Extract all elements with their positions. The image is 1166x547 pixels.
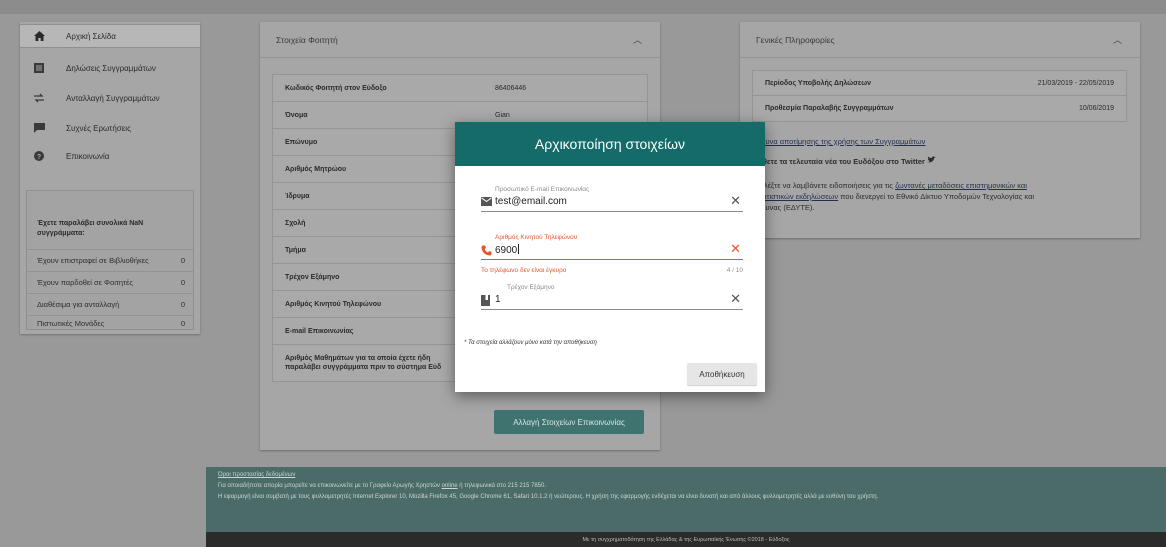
help-icon: ? — [32, 149, 46, 163]
list-icon — [32, 61, 46, 75]
home-icon — [32, 29, 46, 43]
phone-icon — [481, 245, 492, 256]
phone-error-message: Το τηλέφωνο δεν είναι έγκυρο — [481, 267, 567, 274]
chevron-up-icon[interactable]: ︿ — [633, 33, 642, 46]
sidebar-item-faq[interactable]: Συχνές Ερωτήσεις — [20, 116, 200, 140]
sidebar-item-label: Επικοινωνία — [66, 151, 110, 161]
sidebar-item-contact[interactable]: ? Επικοινωνία — [20, 144, 200, 168]
twitter-text: Μάθετε τα τελευταία νέα του Ευδόξου στο … — [752, 156, 1122, 167]
email-input[interactable]: test@email.com — [495, 196, 567, 207]
footer-bottom-bar: Με τη συγχρηματοδότηση της Ελλάδας & της… — [206, 532, 1166, 547]
student-card-header[interactable]: Στοιχεία Φοιτητή ︿ — [260, 22, 660, 58]
close-icon[interactable]: ✕ — [730, 242, 741, 255]
table-row: Προθεσμία Παραλαβής Συγγραμμάτων 10/06/20… — [753, 96, 1126, 121]
email-field-label: Προσωπικό E-mail Επικοινωνίας — [495, 186, 590, 193]
live-events-link[interactable]: ζωντανές μεταδόσεις επιστημονικών και — [895, 181, 1027, 190]
phone-field-label: Αριθμός Κινητού Τηλεφώνου — [495, 234, 578, 241]
swap-icon — [32, 91, 46, 105]
stat-label: Έχουν παρδοθεί σε Φοιτητές — [37, 278, 133, 287]
row-label: Κωδικός Φοιτητή στον Εύδοξο — [285, 84, 387, 92]
row-label-line: Αριθμός Μαθημάτων για τα οποία έχετε ήδη — [285, 355, 431, 362]
survey-link[interactable]: Έρευνα αποτίμησης της χρήσης των Συγγραμ… — [752, 137, 925, 146]
sidebar-item-label: Δηλώσεις Συγγραμμάτων — [66, 63, 156, 73]
row-value: Gian — [495, 111, 510, 119]
sidebar-item-home[interactable]: Αρχική Σελίδα — [20, 24, 200, 48]
mail-icon — [481, 197, 492, 208]
text-cursor — [518, 244, 520, 254]
stat-value: 0 — [180, 319, 185, 328]
sidebar-item-label: Ανταλλαγή Συγγραμμάτων — [66, 93, 160, 103]
general-card-header[interactable]: Γενικές Πληροφορίες ︿ — [740, 22, 1140, 58]
card-title: Γενικές Πληροφορίες — [756, 34, 835, 45]
footer-text-part: Για οποιαδήποτε απορία μπορείτε να επικο… — [218, 483, 442, 489]
notification-text: Επιλέξτε να λαμβάνετε ειδοποιήσεις για τ… — [752, 180, 1122, 213]
footer: Όροι προστασίας δεδομένων Για οποιαδήποτ… — [206, 467, 1166, 532]
email-field[interactable]: Προσωπικό E-mail Επικοινωνίας test@email… — [481, 186, 743, 212]
chat-icon — [32, 121, 46, 135]
semester-input[interactable]: 1 — [495, 294, 501, 305]
row-label: Προθεσμία Παραλαβής Συγγραμμάτων — [765, 105, 894, 112]
sidebar-item-label: Συχνές Ερωτήσεις — [66, 123, 131, 133]
close-icon[interactable]: ✕ — [730, 194, 741, 207]
semester-field-label: Τρέχον Εξάμηνο — [507, 284, 555, 291]
sidebar: Αρχική Σελίδα Δηλώσεις Συγγραμμάτων Αντα… — [20, 22, 200, 334]
card-title: Στοιχεία Φοιτητή — [276, 34, 338, 45]
stat-row: Πιστωτικές Μονάδες 0 — [27, 315, 193, 331]
survey-text: Έρευνα αποτίμησης της χρήσης των Συγγραμ… — [752, 136, 1122, 147]
semester-field[interactable]: Τρέχον Εξάμηνο 1 ✕ — [481, 284, 743, 310]
general-info-card: Γενικές Πληροφορίες ︿ Περίοδος Υποβολής … — [740, 22, 1140, 238]
stat-row: Διαθέσιμα για ανταλλαγή 0 — [27, 293, 193, 315]
phone-field[interactable]: Αριθμός Κινητού Τηλεφώνου 6900 ✕ — [481, 234, 743, 260]
row-value: 86406446 — [495, 84, 527, 92]
stat-label: Διαθέσιμα για ανταλλαγή — [37, 300, 120, 309]
notif-text-part: που διενεργεί το Εθνικό Δίκτυο Υποδομών … — [838, 192, 1035, 201]
book-icon — [481, 295, 492, 306]
phone-input[interactable]: 6900 — [495, 244, 520, 256]
row-value: 21/03/2019 - 22/05/2019 — [1037, 79, 1114, 87]
top-bar — [0, 0, 1166, 14]
twitter-label: Μάθετε τα τελευταία νέα του Ευδόξου στο … — [752, 157, 925, 166]
sidebar-item-declarations[interactable]: Δηλώσεις Συγγραμμάτων — [20, 56, 200, 80]
privacy-link[interactable]: Όροι προστασίας δεδομένων — [218, 472, 295, 478]
row-label: Περίοδος Υποβολής Δηλώσεων — [765, 79, 872, 87]
footer-text-part: ή τηλεφωνικά στο 215 215 7850. — [457, 483, 547, 489]
row-label: Όνομα — [285, 111, 308, 119]
phone-value: 6900 — [495, 245, 518, 256]
footer-support: Για οποιαδήποτε απορία μπορείτε να επικο… — [218, 483, 546, 489]
chevron-up-icon[interactable]: ︿ — [1113, 33, 1122, 46]
row-label-line: παραλάβει συγγράμματα πριν το σύστημα Εύ… — [285, 364, 442, 371]
general-info-table: Περίοδος Υποβολής Δηλώσεων 21/03/2019 - 2… — [752, 70, 1127, 122]
online-link[interactable]: online — [442, 483, 458, 489]
svg-text:?: ? — [37, 154, 41, 161]
close-icon[interactable]: ✕ — [730, 292, 741, 305]
twitter-icon[interactable] — [927, 156, 937, 166]
stat-label: Έχουν επιστραφεί σε Βιβλιοθήκες — [37, 256, 149, 265]
stat-value: 0 — [180, 278, 185, 287]
row-value: 10/06/2019 — [1078, 105, 1114, 112]
dialog-title: Αρχικοποίηση στοιχείων — [455, 122, 765, 166]
stat-label: Πιστωτικές Μονάδες — [37, 319, 105, 328]
sidebar-item-exchange[interactable]: Ανταλλαγή Συγγραμμάτων — [20, 86, 200, 110]
stats-title: Έχετε παραλάβει συνολικά NaN συγγράμματα… — [37, 220, 144, 237]
table-row: Περίοδος Υποβολής Δηλώσεων 21/03/2019 - 2… — [753, 71, 1126, 96]
stat-value: 0 — [180, 256, 185, 265]
textbook-stats: Έχετε παραλάβει συνολικά NaN συγγράμματα… — [26, 190, 194, 330]
phone-char-counter: 4 / 10 — [726, 267, 743, 274]
change-contact-button[interactable]: Αλλαγή Στοιχείων Επικοινωνίας — [494, 410, 644, 434]
init-data-dialog: Αρχικοποίηση στοιχείων Προσωπικό E-mail … — [455, 122, 765, 392]
sidebar-item-label: Αρχική Σελίδα — [66, 31, 116, 41]
notif-text-part: Επιλέξτε να λαμβάνετε ειδοποιήσεις για τ… — [752, 181, 896, 190]
footer-privacy: Όροι προστασίας δεδομένων — [218, 472, 295, 478]
save-button[interactable]: Αποθήκευση — [687, 363, 757, 385]
save-note: * Τα στοιχεία αλλάζουν μόνο κατά την απο… — [464, 340, 597, 346]
table-row: Κωδικός Φοιτητή στον Εύδοξο 86406446 — [273, 75, 647, 102]
stat-row: Έχουν παρδοθεί σε Φοιτητές 0 — [27, 271, 193, 293]
stat-value: 0 — [180, 300, 185, 309]
footer-compat: Η εφαρμογή είναι συμβατή με τους φυλλομε… — [218, 494, 879, 500]
stat-row: Έχουν επιστραφεί σε Βιβλιοθήκες 0 — [27, 249, 193, 271]
